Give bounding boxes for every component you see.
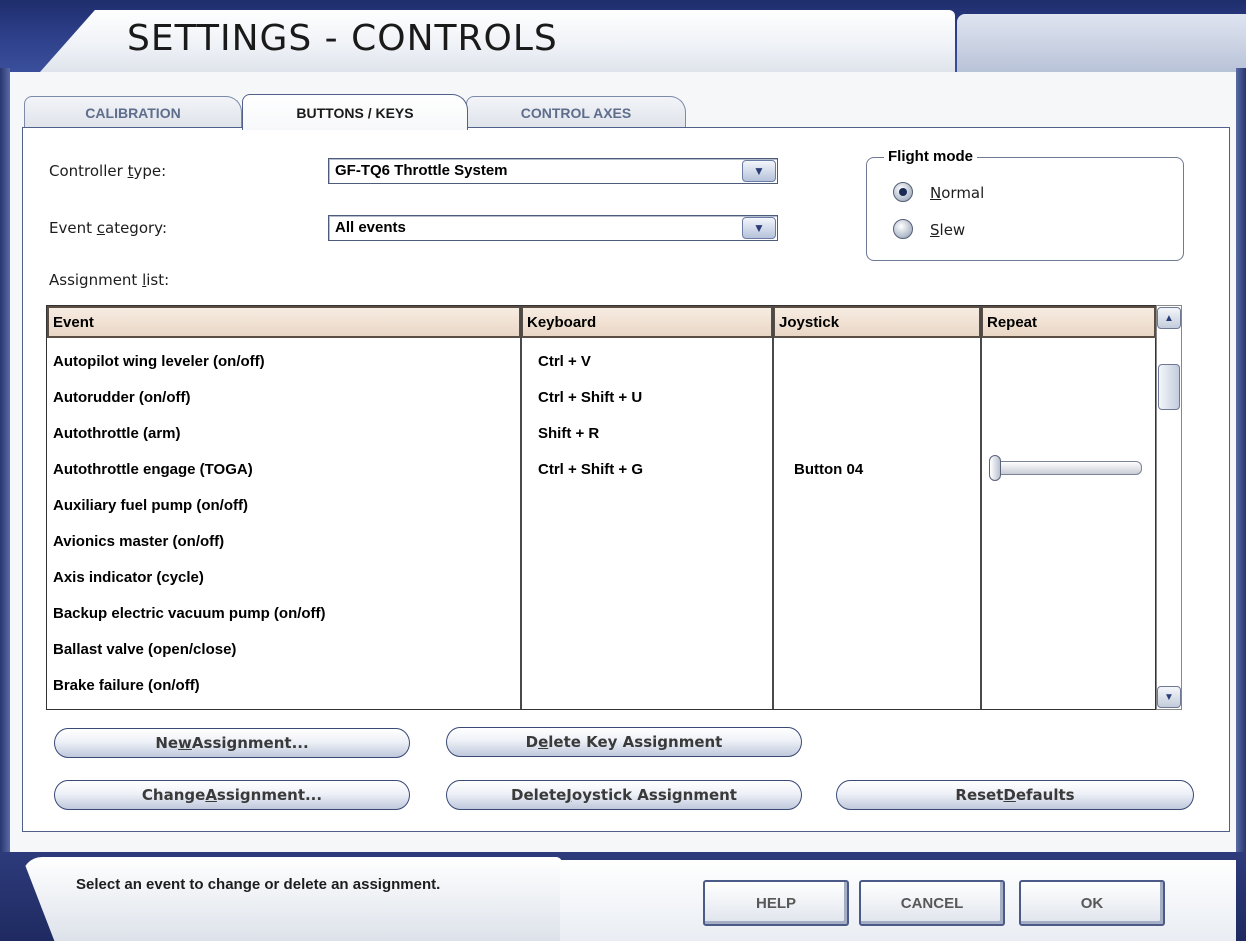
radio-normal-label[interactable]: Normal [930, 184, 984, 202]
table-row[interactable]: Autorudder (on/off) Ctrl + Shift + U [48, 379, 1154, 415]
cell-event: Autorudder (on/off) [53, 388, 191, 406]
table-row[interactable]: Brake failure (on/off) [48, 667, 1154, 703]
scrollbar-thumb[interactable] [1158, 364, 1180, 410]
cell-event: Axis indicator (cycle) [53, 568, 204, 586]
cell-keyboard: Shift + R [538, 424, 600, 442]
cell-event: Avionics master (on/off) [53, 532, 225, 550]
settings-window: SETTINGS - CONTROLS CALIBRATION BUTTONS … [0, 0, 1246, 941]
cell-keyboard: Ctrl + Shift + U [538, 388, 643, 406]
controller-type-label: Controller type: [49, 162, 167, 180]
radio-slew[interactable] [893, 219, 913, 239]
delete-key-assignment-button[interactable]: De lete Key Assignment [446, 727, 802, 757]
cell-joystick: Button 04 [794, 460, 864, 478]
cell-keyboard: Ctrl + V [538, 352, 591, 370]
flight-mode-legend: Flight mode [884, 148, 977, 165]
table-row[interactable]: Ballast valve (open/close) [48, 631, 1154, 667]
cell-event: Autothrottle (arm) [53, 424, 181, 442]
cell-keyboard: Ctrl + Shift + G [538, 460, 644, 478]
table-row[interactable]: Autothrottle (arm) Shift + R [48, 415, 1154, 451]
repeat-slider-thumb[interactable] [989, 455, 1001, 481]
flight-mode-group [866, 157, 1184, 261]
column-header-repeat[interactable]: Repeat [981, 306, 1156, 338]
event-category-value: All events [335, 219, 406, 236]
cell-event: Autopilot wing leveler (on/off) [53, 352, 265, 370]
controller-type-select[interactable]: GF-TQ6 Throttle System ▼ [328, 158, 778, 184]
chevron-down-icon[interactable]: ▼ [742, 217, 776, 239]
event-category-select[interactable]: All events ▼ [328, 215, 778, 241]
table-row[interactable]: Avionics master (on/off) [48, 523, 1154, 559]
new-assignment-button[interactable]: Ne w Assignment... [54, 728, 410, 758]
change-assignment-button[interactable]: Change Assignment... [54, 780, 410, 810]
cell-event: Auxiliary fuel pump (on/off) [53, 496, 248, 514]
delete-joystick-assignment-button[interactable]: Delete Joystick Assignment [446, 780, 802, 810]
arrow-up-icon[interactable]: ▲ [1157, 307, 1181, 329]
help-button[interactable]: HELP [703, 880, 849, 926]
table-row[interactable]: Axis indicator (cycle) [48, 559, 1154, 595]
reset-defaults-button[interactable]: Reset Defaults [836, 780, 1194, 810]
chevron-down-icon[interactable]: ▼ [742, 160, 776, 182]
ok-button[interactable]: OK [1019, 880, 1165, 926]
status-tab [22, 857, 562, 941]
frame-right-border [1236, 68, 1246, 858]
status-message: Select an event to change or delete an a… [76, 876, 441, 893]
frame-left-border [0, 68, 10, 858]
cancel-button[interactable]: CANCEL [859, 880, 1005, 926]
cell-event: Backup electric vacuum pump (on/off) [53, 604, 326, 622]
cell-event: Autothrottle engage (TOGA) [53, 460, 253, 478]
cell-event: Brake failure (on/off) [53, 676, 200, 694]
column-header-joystick[interactable]: Joystick [773, 306, 981, 338]
table-row[interactable]: Autopilot wing leveler (on/off) Ctrl + V [48, 343, 1154, 379]
arrow-down-icon[interactable]: ▼ [1157, 686, 1181, 708]
tab-control-axes[interactable]: CONTROL AXES [466, 96, 686, 128]
tab-buttons-keys[interactable]: BUTTONS / KEYS [242, 94, 468, 130]
column-header-event[interactable]: Event [47, 306, 521, 338]
controller-type-value: GF-TQ6 Throttle System [335, 162, 508, 179]
radio-slew-label[interactable]: Slew [930, 221, 965, 239]
assignment-list-label: Assignment list: [49, 271, 170, 289]
table-row[interactable]: Auxiliary fuel pump (on/off) [48, 487, 1154, 523]
tab-calibration[interactable]: CALIBRATION [24, 96, 242, 128]
repeat-slider[interactable] [990, 461, 1142, 475]
column-header-keyboard[interactable]: Keyboard [521, 306, 773, 338]
radio-normal[interactable] [893, 182, 913, 202]
table-row[interactable]: Backup electric vacuum pump (on/off) [48, 595, 1154, 631]
event-category-label: Event category: [49, 219, 168, 237]
window-title: SETTINGS - CONTROLS [127, 18, 558, 59]
cell-event: Ballast valve (open/close) [53, 640, 237, 658]
title-right-panel [957, 14, 1246, 72]
